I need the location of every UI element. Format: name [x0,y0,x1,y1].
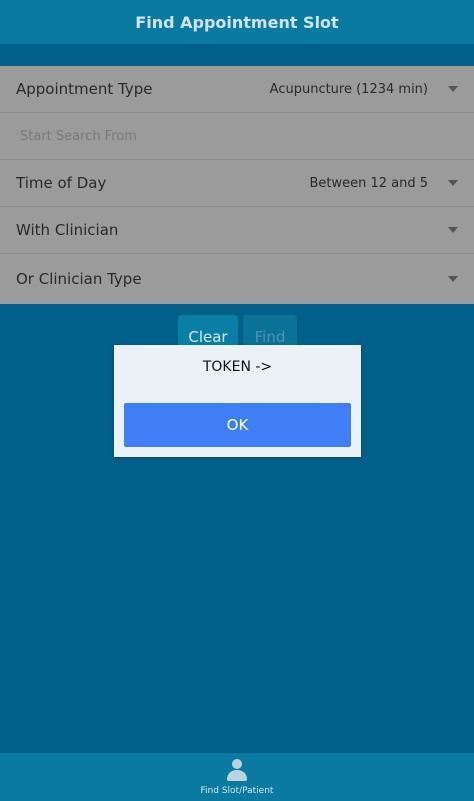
page-title: Find Appointment Slot [135,12,339,32]
with-clinician-select[interactable]: With Clinician [0,207,474,254]
person-icon [226,759,248,783]
time-of-day-value: Between 12 and 5 [309,175,428,191]
dialog-message: TOKEN -> [202,359,273,375]
sub-bar [0,44,474,66]
time-of-day-label: Time of Day [16,174,107,192]
header-bar: Find Appointment Slot [0,0,474,44]
chevron-down-icon [448,180,458,186]
chevron-down-icon [448,227,458,233]
appointment-type-label: Appointment Type [16,80,153,98]
start-search-input[interactable]: Start Search From [0,113,474,160]
appointment-type-value: Acupuncture (1234 min) [269,81,428,97]
start-search-placeholder: Start Search From [20,128,137,144]
with-clinician-label: With Clinician [16,221,119,239]
chevron-down-icon [448,276,458,282]
alert-dialog: TOKEN -> OK [114,345,361,457]
search-form: Appointment Type Acupuncture (1234 min) … [0,66,474,304]
bottom-nav: Find Slot/Patient [0,753,474,801]
ok-button[interactable]: OK [124,403,351,447]
time-of-day-select[interactable]: Time of Day Between 12 and 5 [0,160,474,207]
clinician-type-select[interactable]: Or Clinician Type [0,254,474,304]
nav-find-slot-patient[interactable]: Find Slot/Patient [187,753,287,801]
chevron-down-icon [448,86,458,92]
clinician-type-label: Or Clinician Type [16,270,142,288]
appointment-type-select[interactable]: Appointment Type Acupuncture (1234 min) [0,66,474,113]
nav-label: Find Slot/Patient [200,786,274,796]
